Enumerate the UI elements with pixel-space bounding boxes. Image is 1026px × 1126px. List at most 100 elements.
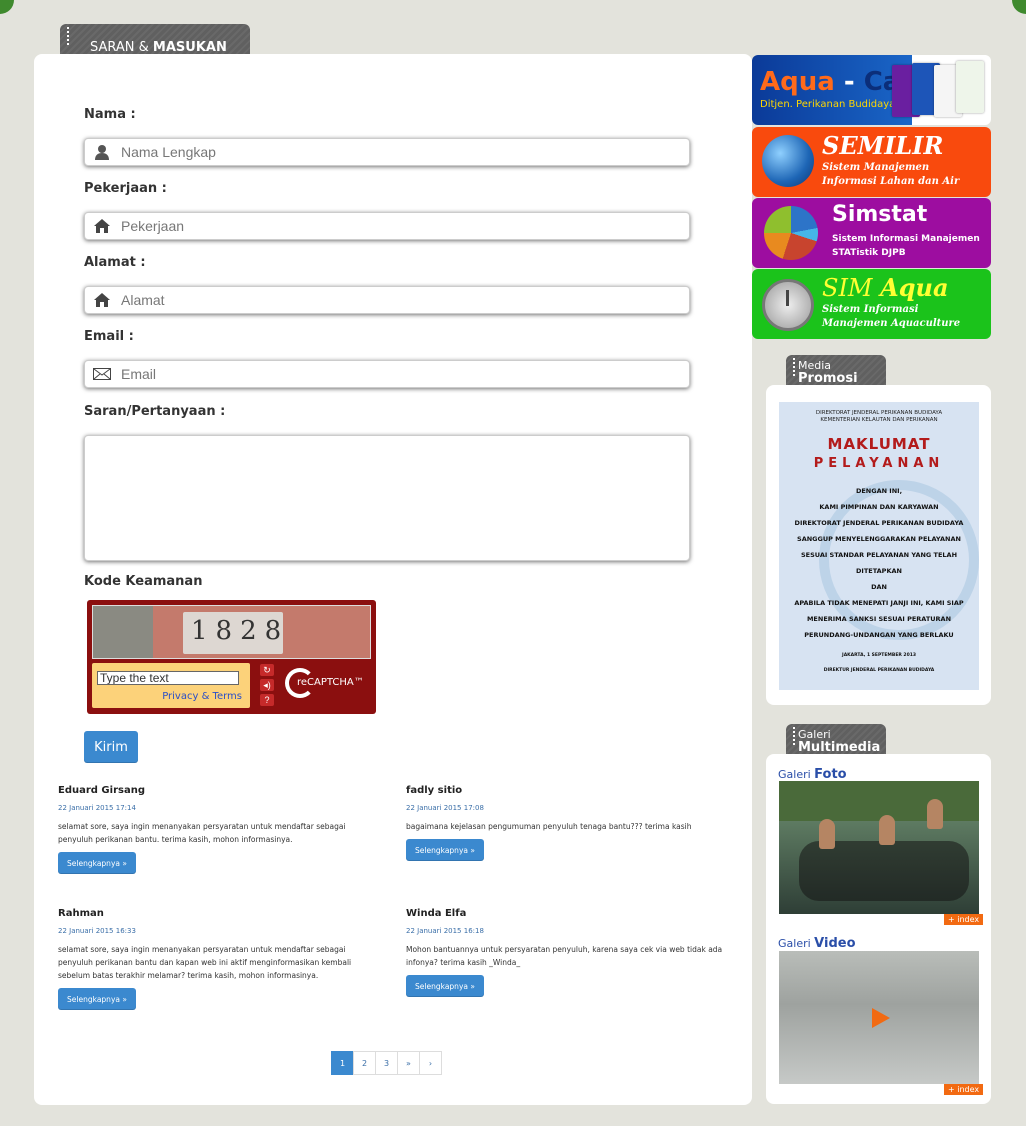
recaptcha-widget: 1828 Privacy & Terms ↻ ◂) ? reCAPTCHA™: [87, 600, 376, 714]
post-date: 22 Januari 2015 16:33: [58, 927, 136, 935]
page-1-link[interactable]: 1: [331, 1051, 354, 1075]
person-figure: [819, 819, 835, 849]
recaptcha-brand: reCAPTCHA™: [297, 677, 364, 688]
post-author: Winda Elfa: [406, 908, 467, 919]
post-item: Rahman 22 Januari 2015 16:33 selamat sor…: [58, 908, 378, 1010]
saran-field[interactable]: [84, 435, 693, 564]
saran-textarea[interactable]: [85, 436, 693, 564]
aqua-card-images: [892, 61, 987, 119]
next-page-link[interactable]: »: [397, 1051, 420, 1075]
post-author: fadly sitio: [406, 785, 463, 796]
maklumat-pelayanan-image[interactable]: DIREKTORAT JENDERAL PERIKANAN BUDIDAYA K…: [779, 402, 979, 690]
pie-chart-icon: [764, 206, 818, 260]
play-icon[interactable]: [872, 1008, 890, 1028]
foto-index-link[interactable]: + index: [944, 914, 984, 925]
sim-aqua-banner[interactable]: SIM Aqua Sistem Informasi Manajemen Aqua…: [752, 269, 991, 339]
tab-dots-icon: [67, 27, 71, 45]
maklumat-body: DENGAN INI, KAMI PIMPINAN DAN KARYAWAN D…: [779, 483, 979, 643]
maklumat-line: DITETAPKAN: [856, 567, 902, 575]
page-2-link[interactable]: 2: [353, 1051, 376, 1075]
galeri-foto-label[interactable]: Galeri Foto: [778, 767, 847, 782]
maklumat-title: MAKLUMAT: [827, 435, 931, 453]
galeri-foto-image[interactable]: [779, 781, 979, 914]
alamat-input[interactable]: [119, 291, 663, 309]
email-input[interactable]: [119, 365, 663, 383]
post-body: Mohon bantuannya untuk persyaratan penyu…: [406, 945, 723, 967]
pekerjaan-label: Pekerjaan :: [84, 181, 167, 196]
person-figure: [927, 799, 943, 829]
post-author: Rahman: [58, 908, 104, 919]
tab-dots-icon: [793, 727, 797, 745]
maklumat-place-date: JAKARTA, 1 SEPTEMBER 2013: [842, 653, 916, 658]
captcha-text: 1828: [191, 616, 290, 646]
maklumat-subtitle: PELAYANAN: [813, 456, 945, 471]
simstat-title: Simstat: [832, 202, 928, 227]
clock-icon: [762, 279, 814, 331]
alamat-field[interactable]: [84, 286, 690, 314]
pekerjaan-input[interactable]: [119, 217, 663, 235]
globe-icon: [762, 135, 814, 187]
user-icon: [85, 144, 119, 160]
maklumat-line: KAMI PIMPINAN DAN KARYAWAN: [819, 503, 939, 511]
semilir-title: SEMILIR: [822, 131, 944, 160]
post-date: 22 Januari 2015 17:14: [58, 804, 136, 812]
post-date: 22 Januari 2015 16:18: [406, 927, 484, 935]
captcha-image: 1828: [92, 605, 371, 659]
privacy-terms-link[interactable]: Privacy & Terms: [162, 691, 242, 702]
captcha-form: Privacy & Terms: [92, 663, 250, 708]
person-figure: [879, 815, 895, 845]
nama-input[interactable]: [119, 143, 663, 161]
nama-field[interactable]: [84, 138, 690, 166]
maklumat-line: MENERIMA SANKSI SESUAI PERATURAN: [806, 615, 952, 623]
post-date: 22 Januari 2015 17:08: [406, 804, 484, 812]
post-item: Eduard Girsang 22 Januari 2015 17:14 sel…: [58, 785, 378, 874]
maklumat-signer: DIREKTUR JENDERAL PERIKANAN BUDIDAYA: [823, 668, 935, 673]
home-icon: [85, 218, 119, 234]
kode-keamanan-label: Kode Keamanan: [84, 574, 203, 589]
help-icon[interactable]: ?: [260, 694, 274, 706]
selengkapnya-button[interactable]: Selengkapnya »: [406, 839, 484, 861]
selengkapnya-button[interactable]: Selengkapnya »: [406, 975, 484, 997]
media-tab-big: Promosi: [798, 371, 858, 386]
alamat-label: Alamat :: [84, 255, 146, 270]
post-item: fadly sitio 22 Januari 2015 17:08 bagaim…: [406, 785, 726, 861]
semilir-banner[interactable]: SEMILIR Sistem Manajemen Informasi Lahan…: [752, 127, 991, 197]
maklumat-line: DAN: [871, 583, 887, 591]
post-author: Eduard Girsang: [58, 785, 145, 796]
last-page-link[interactable]: ›: [419, 1051, 442, 1075]
pagination: 1 2 3 » ›: [331, 1051, 442, 1075]
maklumat-line: APABILA TIDAK MENEPATI JANJI INI, KAMI S…: [794, 599, 964, 607]
pekerjaan-field[interactable]: [84, 212, 690, 240]
refresh-icon[interactable]: ↻: [260, 664, 274, 676]
post-item: Winda Elfa 22 Januari 2015 16:18 Mohon b…: [406, 908, 726, 997]
nama-label: Nama :: [84, 107, 136, 122]
selengkapnya-button[interactable]: Selengkapnya »: [58, 988, 136, 1010]
maklumat-line: DENGAN INI,: [855, 487, 903, 495]
captcha-input[interactable]: [97, 671, 239, 685]
corner-decoration-left: [0, 0, 14, 14]
captcha-buttons: ↻ ◂) ?: [260, 664, 278, 708]
email-field[interactable]: [84, 360, 690, 388]
saran-label: Saran/Pertanyaan :: [84, 404, 226, 419]
simstat-banner[interactable]: Simstat Sistem Informasi Manajemen STATi…: [752, 198, 991, 268]
semilir-subtitle: Sistem Manajemen Informasi Lahan dan Air: [822, 162, 960, 187]
email-label: Email :: [84, 329, 134, 344]
maklumat-line: SANGGUP MENYELENGGARAKAN PELAYANAN: [797, 535, 961, 543]
galeri-video-label[interactable]: Galeri Video: [778, 936, 856, 951]
maklumat-line: DIREKTORAT JENDERAL PERIKANAN BUDIDAYA: [794, 519, 964, 527]
simstat-subtitle: Sistem Informasi Manajemen STATistik DJP…: [832, 234, 980, 258]
kirim-button[interactable]: Kirim: [84, 731, 138, 763]
page-3-link[interactable]: 3: [375, 1051, 398, 1075]
selengkapnya-button[interactable]: Selengkapnya »: [58, 852, 136, 874]
card-image: [956, 61, 984, 113]
tab-dots-icon: [793, 358, 797, 376]
video-index-link[interactable]: + index: [944, 1084, 984, 1095]
sim-aqua-title: SIM Aqua: [822, 273, 949, 302]
aqua-card-subtitle: Ditjen. Perikanan Budidaya: [760, 99, 896, 110]
envelope-icon: [85, 368, 119, 380]
post-body: selamat sore, saya ingin menanyakan pers…: [58, 822, 346, 844]
aqua-card-banner[interactable]: Aqua - Card Ditjen. Perikanan Budidaya: [752, 55, 991, 125]
galeri-video-thumbnail[interactable]: [779, 951, 979, 1084]
post-body: bagaimana kejelasan pengumuman penyuluh …: [406, 822, 692, 831]
audio-icon[interactable]: ◂): [260, 679, 274, 691]
